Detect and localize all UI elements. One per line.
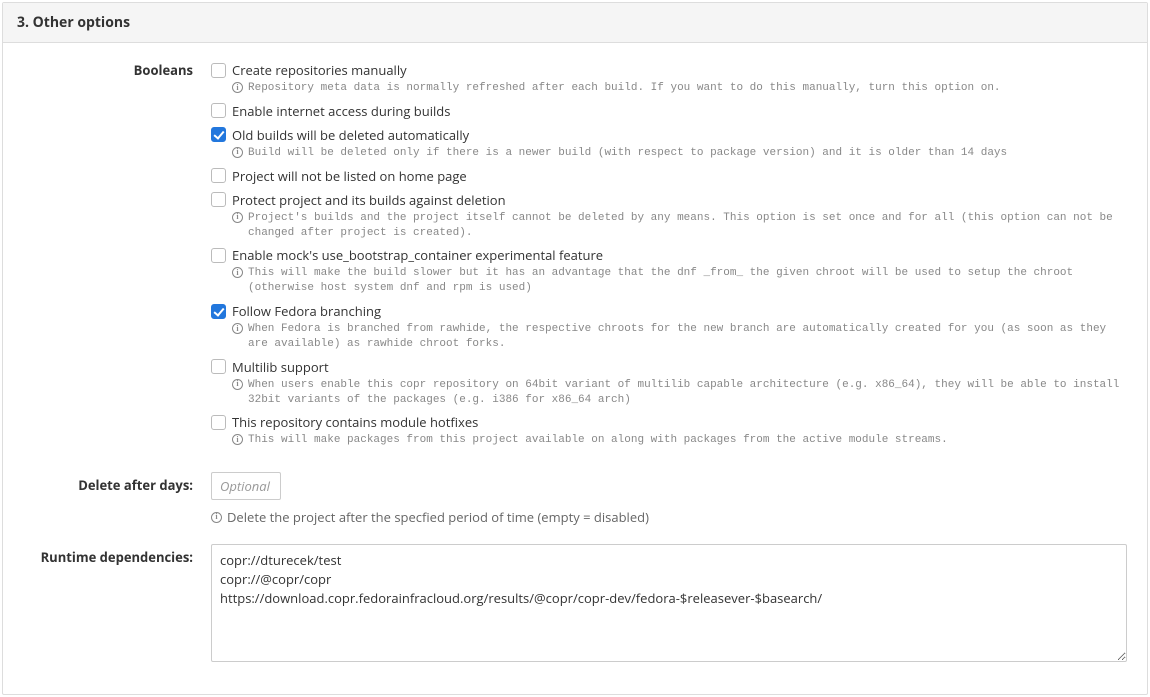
checkbox[interactable] (211, 248, 226, 263)
checkbox-item: Follow Fedora branching i When Fedora is b… (211, 302, 1129, 352)
info-icon: i (232, 323, 243, 334)
checkbox-help-text: When users enable this copr repository o… (248, 378, 1129, 408)
checkbox-line[interactable]: Protect project and its builds against d… (211, 191, 1129, 209)
checkbox-help: i Build will be deleted only if there is … (232, 146, 1129, 161)
delete-after-input[interactable] (211, 472, 281, 500)
info-icon: i (211, 512, 222, 523)
delete-after-row: Delete after days: i Delete the project … (21, 472, 1129, 526)
runtime-deps-label: Runtime dependencies: (21, 544, 211, 566)
checkbox-help-text: When Fedora is branched from rawhide, th… (248, 322, 1129, 352)
checkbox-line[interactable]: Old builds will be deleted automatically (211, 126, 1129, 144)
runtime-deps-field (211, 544, 1129, 666)
checkbox-item: Enable mock's use_bootstrap_container ex… (211, 246, 1129, 296)
checkbox[interactable] (211, 359, 226, 374)
checkbox-help: i Project's builds and the project itself… (232, 211, 1129, 241)
booleans-field: Create repositories manually i Repository … (211, 61, 1129, 454)
runtime-deps-row: Runtime dependencies: (21, 544, 1129, 666)
checkbox-label: Multilib support (232, 358, 329, 376)
checkbox-help: i When Fedora is branched from rawhide, t… (232, 322, 1129, 352)
checkbox-help: i When users enable this copr repository … (232, 378, 1129, 408)
checkbox-item: Project will not be listed on home page (211, 167, 1129, 185)
info-icon: i (232, 267, 243, 278)
checkbox-line[interactable]: Enable mock's use_bootstrap_container ex… (211, 246, 1129, 264)
checkbox-line[interactable]: Follow Fedora branching (211, 302, 1129, 320)
checkbox-label: Enable mock's use_bootstrap_container ex… (232, 246, 603, 264)
checkbox[interactable] (211, 63, 226, 78)
other-options-panel: 3. Other options Booleans Create reposit… (2, 2, 1148, 695)
checkbox-item: Old builds will be deleted automatically… (211, 126, 1129, 161)
checkbox-label: This repository contains module hotfixes (232, 413, 478, 431)
delete-after-help-text: Delete the project after the specfied pe… (227, 508, 649, 526)
panel-body: Booleans Create repositories manually i Re… (3, 43, 1147, 694)
checkbox-item: This repository contains module hotfixes… (211, 413, 1129, 448)
checkbox-help: i This will make the build slower but it … (232, 266, 1129, 296)
info-icon: i (232, 212, 243, 223)
checkbox[interactable] (211, 103, 226, 118)
checkbox-label: Project will not be listed on home page (232, 167, 467, 185)
checkbox-line[interactable]: Create repositories manually (211, 61, 1129, 79)
delete-after-help: i Delete the project after the specfied … (211, 508, 1129, 526)
runtime-deps-textarea[interactable] (211, 544, 1127, 662)
checkbox-help: i Repository meta data is normally refres… (232, 81, 1129, 96)
checkbox-help-text: Repository meta data is normally refresh… (248, 81, 1001, 96)
checkbox-label: Create repositories manually (232, 61, 407, 79)
checkbox-item: Multilib support i When users enable this … (211, 358, 1129, 408)
checkbox-line[interactable]: Project will not be listed on home page (211, 167, 1129, 185)
checkbox-line[interactable]: Enable internet access during builds (211, 102, 1129, 120)
info-icon: i (232, 379, 243, 390)
checkbox-line[interactable]: Multilib support (211, 358, 1129, 376)
checkbox-label: Enable internet access during builds (232, 102, 450, 120)
info-icon: i (232, 147, 243, 158)
info-icon: i (232, 434, 243, 445)
delete-after-field: i Delete the project after the specfied … (211, 472, 1129, 526)
checkbox-item: Enable internet access during builds (211, 102, 1129, 120)
checkbox[interactable] (211, 168, 226, 183)
booleans-row: Booleans Create repositories manually i Re… (21, 61, 1129, 454)
checkbox-help-text: Build will be deleted only if there is a… (248, 146, 1007, 161)
checkbox-label: Follow Fedora branching (232, 302, 381, 320)
info-icon: i (232, 82, 243, 93)
checkbox-item: Protect project and its builds against d… (211, 191, 1129, 241)
checkbox[interactable] (211, 415, 226, 430)
checkbox-line[interactable]: This repository contains module hotfixes (211, 413, 1129, 431)
checkbox[interactable] (211, 304, 226, 319)
delete-after-label: Delete after days: (21, 472, 211, 494)
checkbox-item: Create repositories manually i Repository … (211, 61, 1129, 96)
panel-title: 3. Other options (3, 3, 1147, 43)
checkbox-help: i This will make packages from this proje… (232, 433, 1129, 448)
checkbox-label: Old builds will be deleted automatically (232, 126, 469, 144)
checkbox-help-text: This will make the build slower but it h… (248, 266, 1129, 296)
checkbox-label: Protect project and its builds against d… (232, 191, 506, 209)
checkbox-help-text: This will make packages from this projec… (248, 433, 948, 448)
checkbox-help-text: Project's builds and the project itself … (248, 211, 1129, 241)
checkbox[interactable] (211, 192, 226, 207)
booleans-label: Booleans (21, 61, 211, 79)
checkbox[interactable] (211, 127, 226, 142)
